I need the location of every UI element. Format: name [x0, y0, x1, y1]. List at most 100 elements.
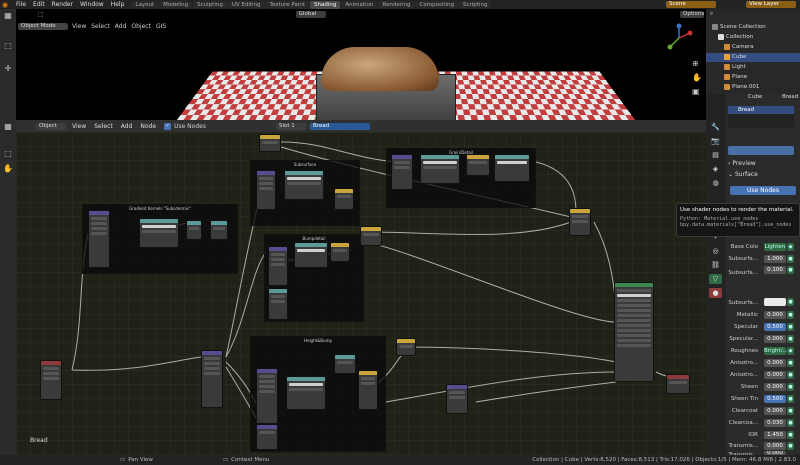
- outliner-row-collection[interactable]: Collection: [706, 33, 800, 42]
- node-menu-node[interactable]: Node: [140, 123, 156, 130]
- field-link-icon-13[interactable]: ●: [787, 431, 794, 439]
- node-bump[interactable]: [446, 384, 468, 414]
- field-link-icon-7[interactable]: ●: [787, 359, 794, 367]
- select-mode-icon[interactable]: ⬚: [38, 11, 44, 18]
- material-slot-list[interactable]: Bread: [728, 106, 794, 128]
- menu-edit[interactable]: Edit: [33, 1, 45, 8]
- field-value-4[interactable]: 0.500: [764, 323, 786, 331]
- use-nodes-button[interactable]: Use Nodes: [730, 186, 796, 195]
- node-menu-view[interactable]: View: [72, 123, 86, 130]
- field-value-12[interactable]: 0.030: [764, 419, 786, 427]
- viewport-menu-gis[interactable]: GIS: [156, 23, 166, 30]
- world-tab-icon[interactable]: ◍: [709, 178, 722, 188]
- tab-uv-editing[interactable]: UV Editing: [227, 0, 265, 9]
- node-menu-add[interactable]: Add: [121, 123, 133, 130]
- tab-sculpting[interactable]: Sculpting: [193, 0, 227, 9]
- tool-tab-icon[interactable]: 🔧: [709, 122, 722, 132]
- node-colorramp-b[interactable]: [284, 170, 324, 200]
- node-editor-type-icon[interactable]: ▦: [2, 122, 14, 132]
- menu-file[interactable]: File: [16, 1, 26, 8]
- node-reroute-top[interactable]: [259, 134, 281, 152]
- node-principled-bsdf[interactable]: [614, 282, 654, 382]
- field-value-8[interactable]: 0.000: [764, 371, 786, 379]
- zoom-icon[interactable]: ⊕: [692, 59, 699, 68]
- field-link-icon-3[interactable]: ●: [787, 311, 794, 319]
- node-math-a[interactable]: [186, 220, 202, 240]
- outliner-row-camera[interactable]: Camera: [706, 43, 800, 52]
- select-box-icon[interactable]: ⬚: [2, 41, 14, 51]
- field-value-9[interactable]: 0.000: [764, 383, 786, 391]
- field-value-5[interactable]: 0.000: [764, 335, 786, 343]
- node-grain-mix[interactable]: [466, 154, 490, 176]
- field-link-icon-1[interactable]: ●: [787, 266, 794, 274]
- base-color-link-icon[interactable]: ◆: [787, 243, 794, 251]
- field-link-icon-12[interactable]: ●: [787, 419, 794, 427]
- scene-tab-icon[interactable]: ◈: [709, 164, 722, 174]
- camera-view-icon[interactable]: ▣: [692, 87, 700, 96]
- field-link-icon-5[interactable]: ●: [787, 335, 794, 343]
- output-tab-icon[interactable]: ▤: [709, 150, 722, 160]
- field-value-6[interactable]: Bright/...: [764, 347, 788, 355]
- tab-compositing[interactable]: Compositing: [415, 0, 458, 9]
- slot-dropdown[interactable]: Slot 1: [275, 122, 306, 130]
- outliner-row-plane[interactable]: Plane: [706, 73, 800, 82]
- node-noise-c[interactable]: [268, 246, 288, 286]
- field-value-10[interactable]: 0.500: [764, 395, 786, 403]
- use-nodes-checkbox[interactable]: ✓: [164, 122, 172, 130]
- tab-modeling[interactable]: Modeling: [159, 0, 193, 9]
- field-value-2[interactable]: [764, 298, 786, 306]
- node-mix-right[interactable]: [569, 208, 591, 236]
- field-value-1[interactable]: 0.100: [764, 266, 786, 274]
- viewport-menu-object[interactable]: Object: [131, 23, 151, 30]
- options-dropdown[interactable]: Options: [680, 11, 704, 18]
- field-link-icon-14[interactable]: ●: [787, 442, 794, 450]
- node-mix-c[interactable]: [334, 188, 354, 210]
- field-link-icon-8[interactable]: ●: [787, 371, 794, 379]
- field-value-0[interactable]: 1.000: [764, 255, 786, 263]
- field-link-icon-11[interactable]: ●: [787, 407, 794, 415]
- material-tab-icon[interactable]: ●: [709, 288, 722, 298]
- node-mix-e[interactable]: [360, 226, 382, 246]
- tab-texture-paint[interactable]: Texture Paint: [265, 0, 310, 9]
- node-mix-d[interactable]: [330, 242, 350, 262]
- menu-render[interactable]: Render: [52, 1, 73, 8]
- outliner-row-cube[interactable]: Cube: [706, 53, 800, 62]
- field-value-11[interactable]: 0.000: [764, 407, 786, 415]
- node-height-math[interactable]: [334, 354, 356, 374]
- node-math-b[interactable]: [210, 220, 228, 240]
- base-color-value[interactable]: Lighten: [764, 243, 786, 251]
- field-link-icon-9[interactable]: ●: [787, 383, 794, 391]
- tab-scripting[interactable]: Scripting: [459, 0, 492, 9]
- node-colorramp-a[interactable]: [139, 218, 179, 248]
- viewport-menu-select[interactable]: Select: [91, 23, 110, 30]
- outliner-row-scene-collection[interactable]: Scene Collection: [706, 23, 800, 32]
- node-texture-coordinate[interactable]: [40, 360, 62, 400]
- node-menu-select[interactable]: Select: [94, 123, 113, 130]
- material-slot-item[interactable]: Bread: [728, 106, 794, 114]
- field-value-7[interactable]: 0.000: [764, 359, 786, 367]
- field-link-icon-4[interactable]: ●: [787, 323, 794, 331]
- node-math-e[interactable]: [268, 288, 288, 320]
- node-grain-ramp2[interactable]: [494, 154, 530, 182]
- node-editor-canvas[interactable]: Gradient Kernels "Subsdermis" Subsurface…: [16, 132, 706, 455]
- field-link-icon-10[interactable]: ●: [787, 395, 794, 403]
- scene-selector[interactable]: Scene: [666, 1, 716, 8]
- node-height-noise2[interactable]: [256, 424, 278, 450]
- tweak-icon[interactable]: ⬚: [2, 149, 14, 159]
- material-browse-bar[interactable]: [728, 146, 794, 155]
- node-noise-b[interactable]: [256, 170, 276, 210]
- viewport-menu-add[interactable]: Add: [115, 23, 127, 30]
- viewport-menu-view[interactable]: View: [72, 23, 86, 30]
- tab-shading[interactable]: Shading: [310, 0, 341, 9]
- field-value-14[interactable]: 0.000: [764, 442, 786, 450]
- editor-type-icon[interactable]: ▦: [2, 11, 14, 21]
- tab-rendering[interactable]: Rendering: [378, 0, 415, 9]
- node-mapping[interactable]: [201, 350, 223, 408]
- field-value-13[interactable]: 1.450: [764, 431, 786, 439]
- object-mode-dropdown[interactable]: Object Mode: [18, 23, 68, 30]
- node-height-noise[interactable]: [256, 368, 278, 424]
- field-link-icon-6[interactable]: ◆: [787, 347, 794, 355]
- tab-layout[interactable]: Layout: [131, 0, 159, 9]
- node-noise-a[interactable]: [88, 210, 110, 268]
- node-height-ramp[interactable]: [286, 376, 326, 410]
